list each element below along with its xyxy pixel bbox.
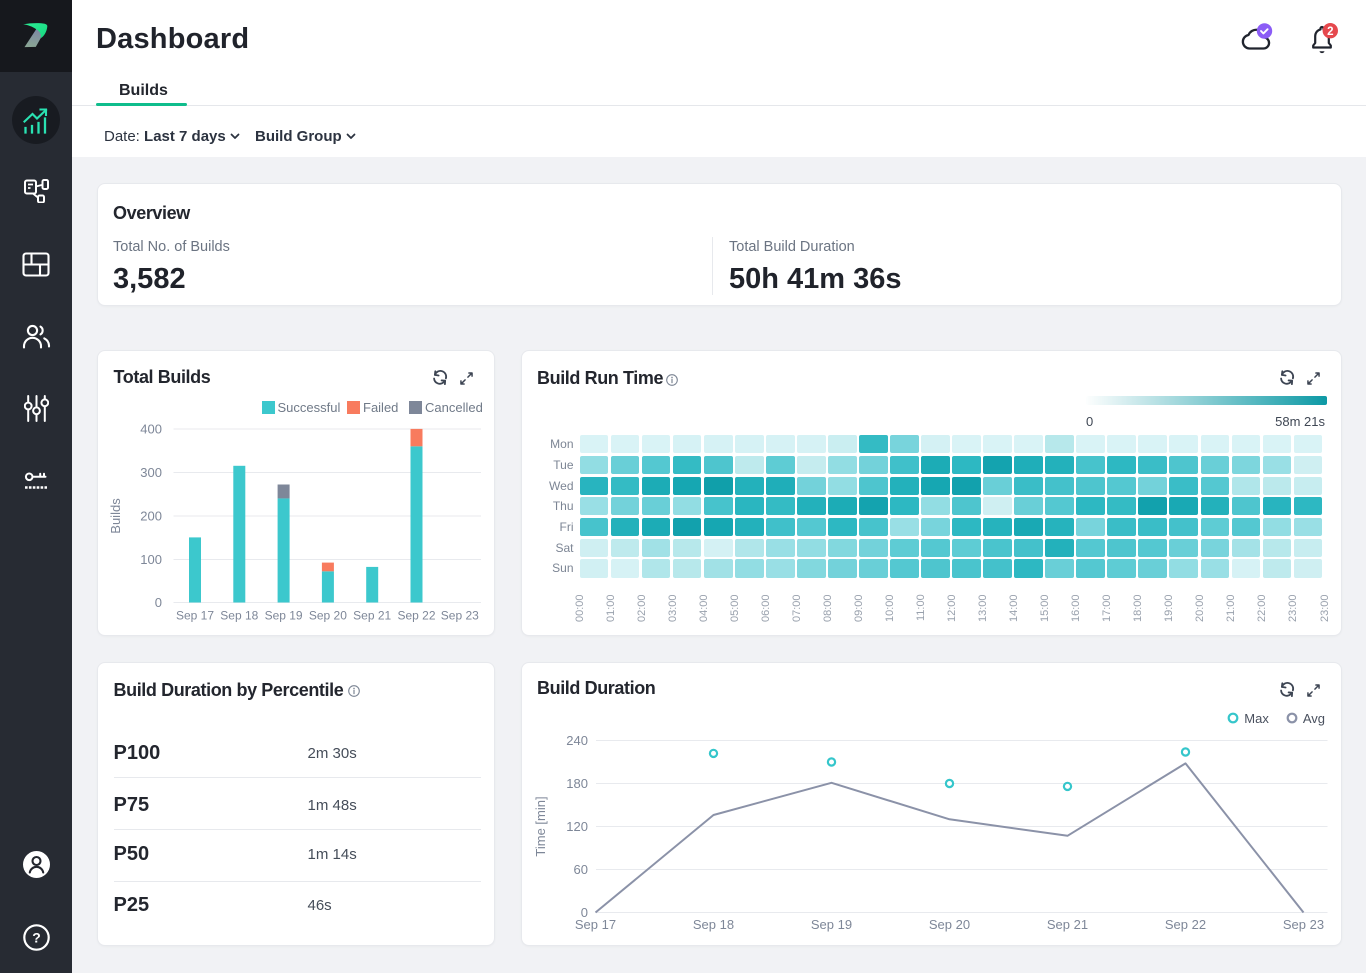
svg-text:120: 120 (566, 819, 588, 834)
svg-text:Builds: Builds (108, 497, 123, 533)
svg-text:Sep 17: Sep 17 (175, 608, 213, 622)
svg-text:Sep 19: Sep 19 (810, 917, 851, 932)
svg-text:180: 180 (566, 776, 588, 791)
svg-text:Sep 21: Sep 21 (353, 608, 391, 622)
svg-text:60: 60 (573, 862, 587, 877)
svg-text:100: 100 (140, 552, 162, 567)
svg-text:Sep 22: Sep 22 (1164, 917, 1205, 932)
svg-text:2: 2 (1327, 26, 1333, 38)
svg-text:Sep 20: Sep 20 (308, 608, 346, 622)
svg-text:?: ? (32, 929, 41, 945)
svg-text:Sep 19: Sep 19 (264, 608, 302, 622)
svg-text:Sep 23: Sep 23 (1282, 917, 1323, 932)
svg-text:200: 200 (140, 508, 162, 523)
svg-text:240: 240 (566, 733, 588, 748)
svg-text:Sep 18: Sep 18 (692, 917, 733, 932)
svg-text:Sep 22: Sep 22 (397, 608, 435, 622)
svg-text:400: 400 (140, 421, 162, 436)
svg-text:Sep 17: Sep 17 (574, 917, 615, 932)
svg-text:Sep 23: Sep 23 (440, 608, 478, 622)
svg-text:0: 0 (154, 595, 161, 610)
svg-text:300: 300 (140, 465, 162, 480)
svg-text:Time [min]: Time [min] (533, 796, 548, 856)
svg-text:Sep 18: Sep 18 (220, 608, 258, 622)
svg-text:Sep 21: Sep 21 (1046, 917, 1087, 932)
svg-text:Sep 20: Sep 20 (928, 917, 969, 932)
